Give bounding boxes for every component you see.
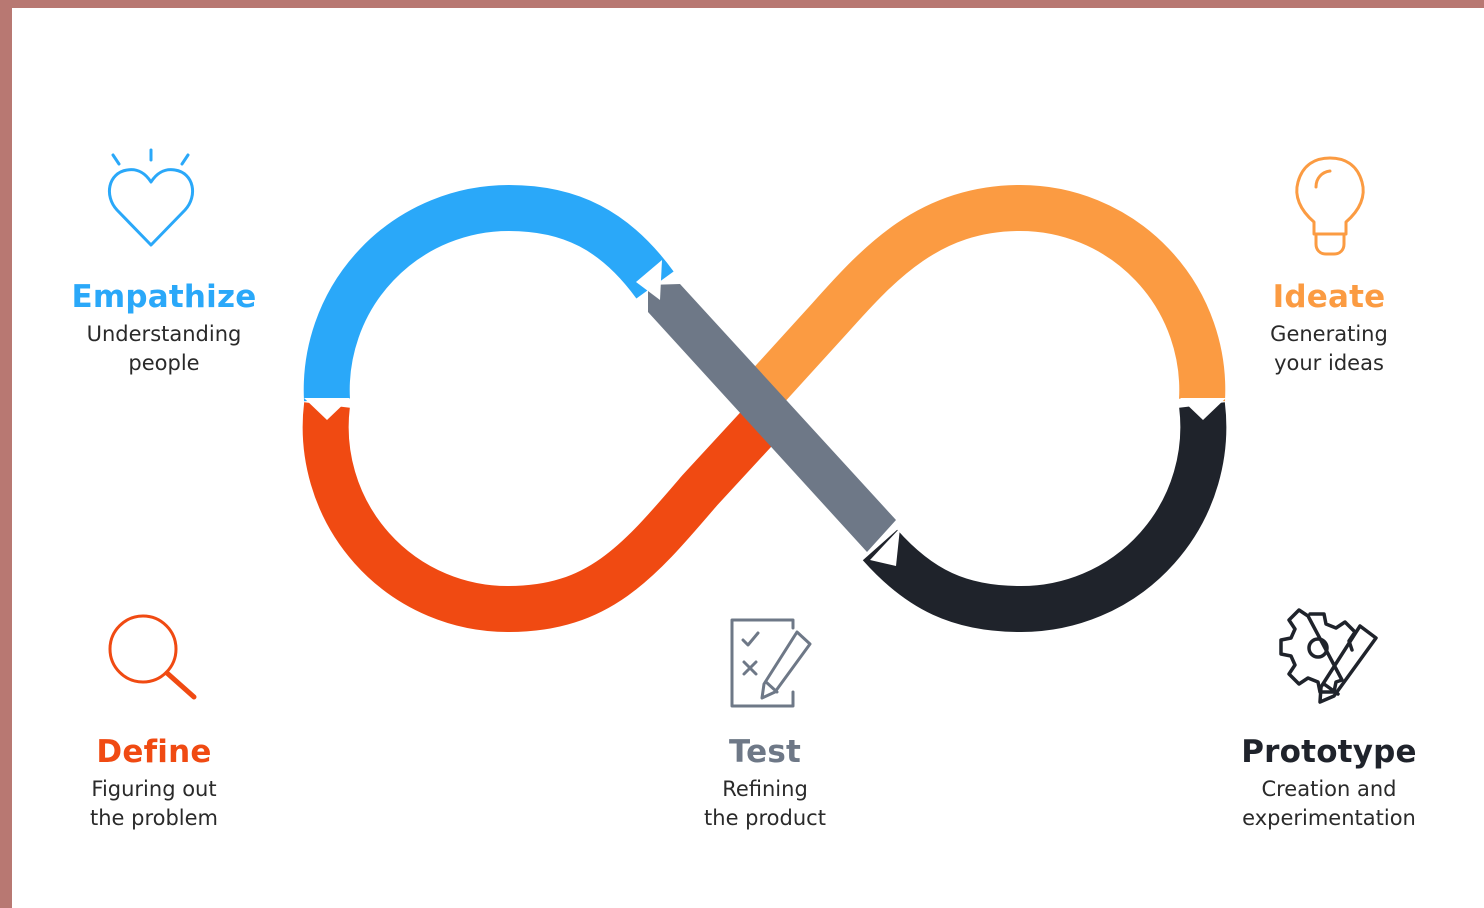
- description-line: Generating: [1270, 322, 1388, 346]
- description-line: the product: [704, 806, 826, 830]
- stage-define: Define Figuring out the problem: [34, 733, 274, 833]
- empathize-segment: [303, 184, 674, 402]
- description-line: people: [128, 351, 200, 375]
- magnifier-icon: [108, 614, 197, 700]
- description-line: your ideas: [1274, 351, 1384, 375]
- description-line: the problem: [89, 806, 219, 830]
- stage-title: Test: [728, 734, 802, 770]
- description-line: Creation and: [1261, 777, 1397, 801]
- stage-ideate: Ideate Generating your ideas: [1209, 278, 1449, 378]
- stage-description: Creation and experimentation: [1199, 775, 1459, 833]
- stage-title: Prototype: [1241, 734, 1417, 770]
- stage-title: Ideate: [1272, 279, 1386, 315]
- define-segment: [302, 402, 777, 633]
- lightbulb-icon: [1295, 156, 1365, 256]
- stage-empathize: Empathize Understanding people: [44, 278, 284, 378]
- prototype-segment: [862, 402, 1227, 633]
- design-thinking-diagram: Empathize Understanding people Ideate Ge…: [0, 0, 1484, 908]
- stage-description: Figuring out the problem: [34, 775, 274, 833]
- checklist-icon: [730, 618, 812, 708]
- stage-title: Define: [96, 734, 212, 770]
- gear-pencil-icon: [1279, 608, 1378, 704]
- description-line: experimentation: [1242, 806, 1416, 830]
- stage-description: Understanding people: [44, 320, 284, 378]
- description-line: Refining: [722, 777, 808, 801]
- description-line: Understanding: [86, 322, 242, 346]
- stage-test: Test Refining the product: [645, 733, 885, 833]
- stage-title: Empathize: [71, 279, 257, 315]
- stage-prototype: Prototype Creation and experimentation: [1199, 733, 1459, 833]
- stage-description: Refining the product: [645, 775, 885, 833]
- ideate-segment: [742, 184, 1226, 411]
- description-line: Figuring out: [91, 777, 217, 801]
- heart-icon: [107, 148, 195, 247]
- stage-description: Generating your ideas: [1209, 320, 1449, 378]
